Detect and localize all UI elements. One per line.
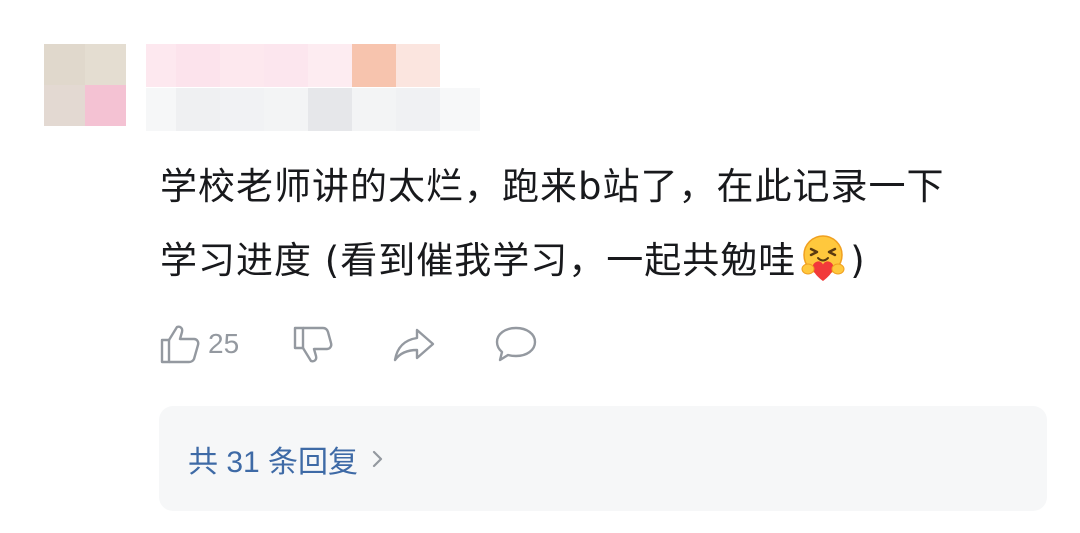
like-count: 25: [208, 328, 240, 359]
replies-count-label: 共 31 条回复: [188, 445, 359, 479]
share-button[interactable]: [391, 322, 437, 366]
comment-meta-redacted: [146, 88, 480, 131]
comment-line: 学习进度 (看到催我学习，一起共勉哇 ): [160, 224, 1040, 298]
comment-text: 学校老师讲的太烂，跑来b站了，在此记录一下 学习进度 (看到催我学习，一起共勉哇…: [160, 150, 1040, 298]
avatar-pixel: [85, 85, 126, 126]
avatar-pixel: [44, 44, 85, 85]
avatar[interactable]: [44, 44, 126, 126]
chevron-right-icon: [370, 446, 386, 472]
avatar-pixel: [44, 85, 85, 126]
like-button[interactable]: 25: [158, 322, 239, 366]
thumbs-up-icon: [158, 322, 202, 366]
hug-emoji-icon: [798, 233, 848, 283]
comment-line-text: 学习进度 (看到催我学习，一起共勉哇: [160, 239, 797, 282]
username-redacted[interactable]: [146, 44, 440, 87]
share-icon: [391, 322, 437, 366]
reply-button[interactable]: [493, 322, 539, 366]
comment-bubble-icon: [493, 322, 539, 366]
comment-line: 学校老师讲的太烂，跑来b站了，在此记录一下: [160, 165, 945, 208]
view-replies-button[interactable]: 共 31 条回复: [159, 406, 1047, 511]
dislike-button[interactable]: [291, 322, 335, 366]
comment-actions: 25: [158, 318, 539, 370]
avatar-pixel: [85, 44, 126, 85]
comment-line-text: ): [850, 239, 866, 282]
thumbs-down-icon: [291, 322, 335, 366]
